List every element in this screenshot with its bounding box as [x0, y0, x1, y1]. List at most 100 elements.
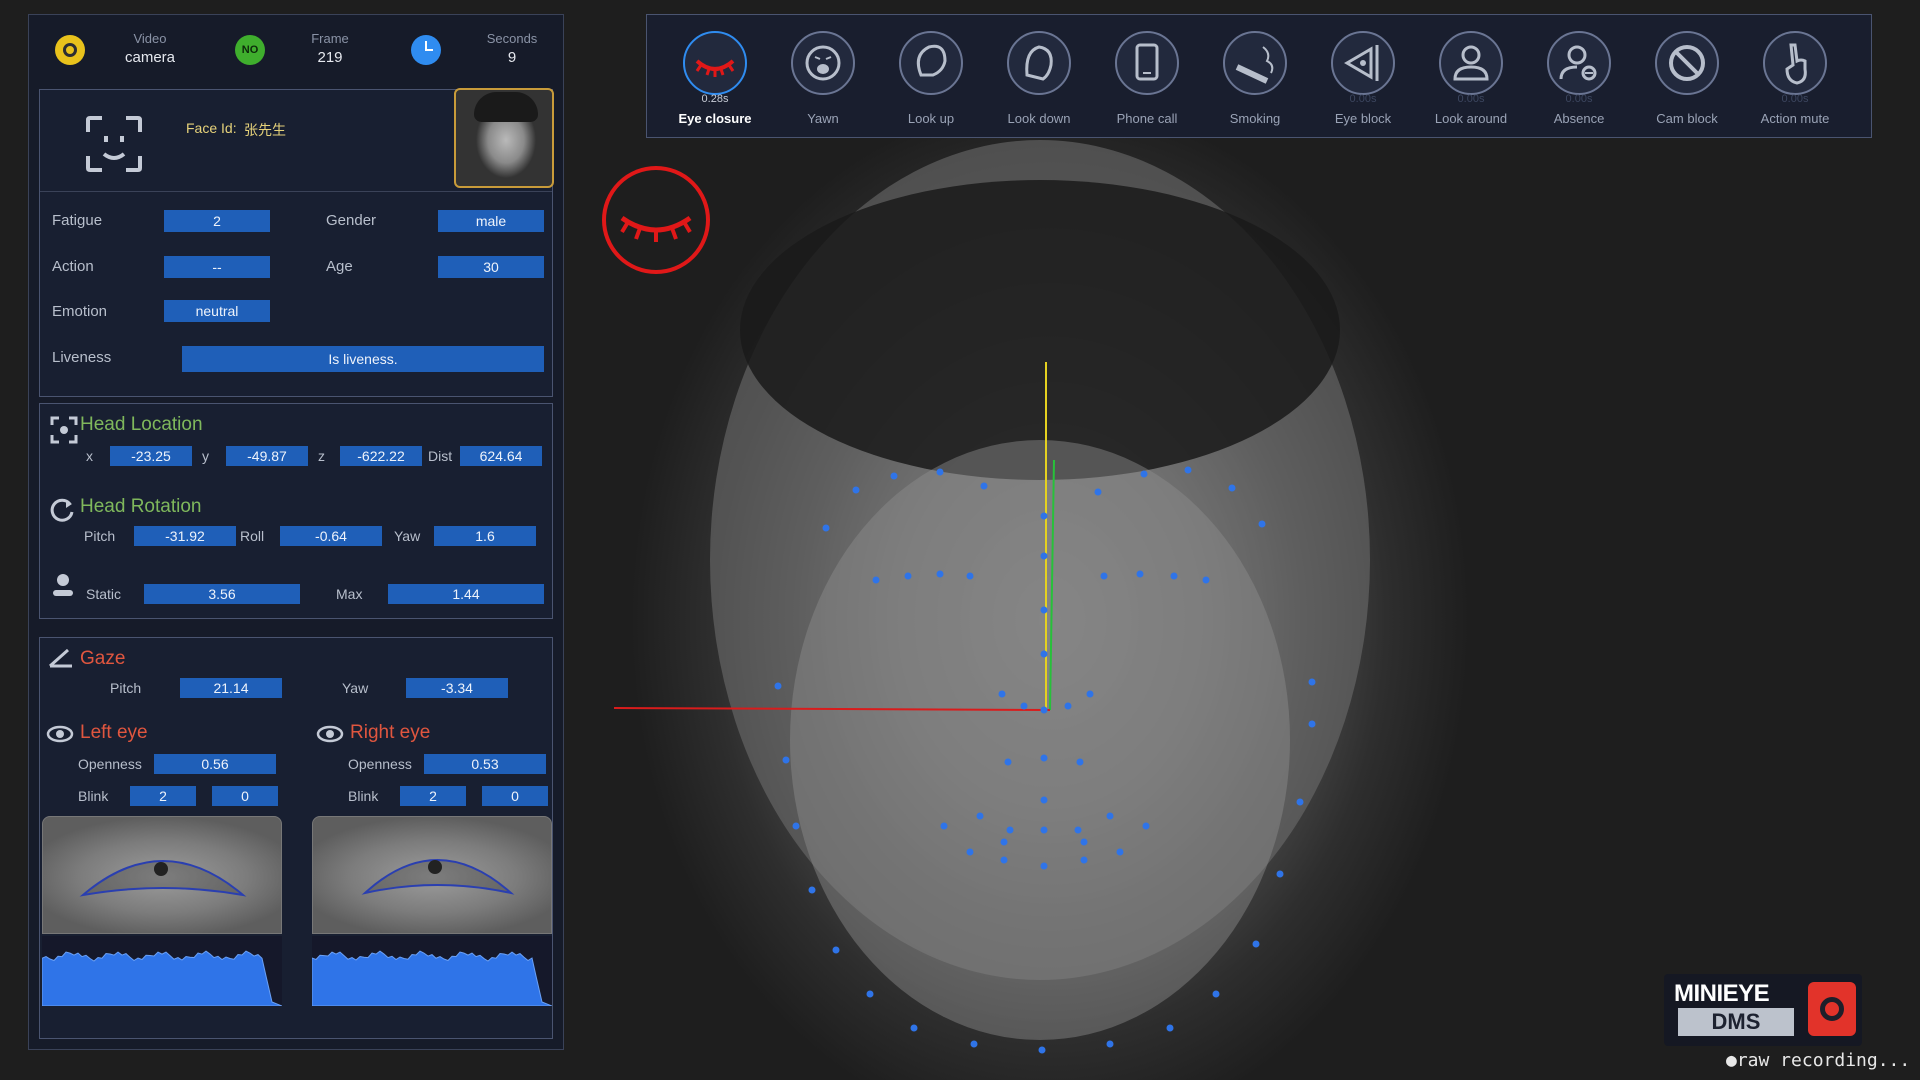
gender-label: Gender [326, 212, 377, 229]
rotation-pitch-label: Pitch [84, 528, 116, 544]
roll-label: Roll [240, 528, 265, 544]
toolbar-item-absence[interactable]: 0.00s Absence [1527, 23, 1631, 131]
toolbar-item-action-mute[interactable]: 0.00s Action mute [1743, 23, 1847, 131]
driver-info-panel: Video camera NO Frame 219 Seconds 9 Face… [28, 14, 564, 1050]
dist-label: Dist [428, 448, 453, 464]
fatigue-value: 2 [164, 210, 270, 232]
age-label: Age [326, 258, 353, 275]
gaze-title: Gaze [80, 648, 126, 669]
driver-photo [454, 88, 554, 188]
toolbar-label: Look down [1007, 111, 1071, 126]
face-id-header: Face Id: 张先生 [40, 88, 554, 192]
left-openness-value: 0.56 [154, 754, 276, 774]
yawn-icon [805, 45, 841, 81]
gaze-yaw-label: Yaw [342, 680, 369, 696]
right-openness-value: 0.53 [424, 754, 546, 774]
max-value: 1.44 [388, 584, 544, 604]
static-label: Static [86, 586, 122, 602]
source-value: camera [124, 49, 176, 66]
emotion-label: Emotion [52, 303, 108, 320]
toolbar-label: Eye block [1334, 111, 1392, 126]
right-blink-duration: 0 [482, 786, 548, 806]
head-pose-box: Head Location x -23.25 y -49.87 z -622.2… [39, 403, 553, 619]
toolbar-item-eye-block[interactable]: 0.00s Eye block [1311, 23, 1415, 131]
action-value: -- [164, 256, 270, 278]
eye-closed-icon [620, 215, 692, 242]
gender-value: male [438, 210, 544, 232]
dist-value: 624.64 [460, 446, 542, 466]
toolbar-label: Yawn [807, 111, 839, 126]
eye-block-icon [1344, 45, 1379, 81]
toolbar-item-smoking[interactable]: Smoking [1203, 23, 1307, 131]
rotation-yaw-label: Yaw [394, 528, 421, 544]
look-down-icon [1025, 45, 1053, 81]
toolbar-label: Eye closure [678, 111, 752, 126]
toolbar-item-look-up[interactable]: Look up [879, 23, 983, 131]
logo-text: MINIEYE [1674, 980, 1770, 1007]
eye-closure-alert [602, 166, 710, 274]
toolbar-time: 0.28s [701, 93, 729, 105]
angle-icon [49, 648, 72, 668]
right-blink-count: 2 [400, 786, 466, 806]
eye-icon [316, 725, 344, 743]
recording-indicator: ●raw recording... [1726, 1050, 1911, 1071]
roll-value: -0.64 [280, 526, 382, 546]
rotation-pitch-value: -31.92 [134, 526, 236, 546]
left-blink-duration: 0 [212, 786, 278, 806]
person-static-icon [53, 574, 73, 596]
seconds-label: Seconds [486, 31, 538, 46]
toolbar-item-look-down[interactable]: Look down [987, 23, 1091, 131]
toolbar-item-yawn[interactable]: Yawn [771, 23, 875, 131]
toolbar-time: 0.00s [1349, 93, 1377, 105]
toolbar-time: 0.00s [1457, 93, 1485, 105]
x-label: x [86, 448, 93, 464]
person-icon [1453, 45, 1489, 81]
y-value: -49.87 [226, 446, 308, 466]
static-value: 3.56 [144, 584, 300, 604]
finger-gesture-icon [1785, 43, 1807, 85]
head-location-icon [50, 416, 78, 444]
gaze-box: Gaze Pitch 21.14 Yaw -3.34 Left eye Open… [39, 637, 553, 1039]
logo-subtext: DMS [1678, 1008, 1794, 1036]
clock-icon [411, 35, 441, 65]
logo-badge-icon [1808, 982, 1856, 1036]
head-location-title: Head Location [80, 414, 203, 435]
z-label: z [318, 448, 325, 464]
left-blink-label: Blink [78, 788, 109, 804]
cigarette-icon [1235, 46, 1274, 84]
right-eye-openness-waveform [311, 936, 553, 1007]
video-source: Video camera [55, 29, 205, 73]
toolbar-label: Phone call [1116, 111, 1178, 126]
eye-closed-icon [695, 59, 735, 77]
prohibited-icon [1669, 45, 1705, 81]
face-id-label: Face Id: [186, 120, 237, 136]
toolbar-label: Look up [907, 111, 955, 126]
left-eye-section: Left eye Openness 0.56 Blink 2 0 [41, 718, 283, 1036]
seconds-counter: Seconds 9 [411, 29, 561, 73]
x-value: -23.25 [110, 446, 192, 466]
look-up-icon [916, 44, 947, 77]
right-eye-section: Right eye Openness 0.53 Blink 2 0 [311, 718, 553, 1036]
gaze-pitch-label: Pitch [110, 680, 142, 696]
toolbar-item-look-around[interactable]: 0.00s Look around [1419, 23, 1523, 131]
gaze-pitch-value: 21.14 [180, 678, 282, 698]
frame-counter: NO Frame 219 [235, 29, 385, 73]
behavior-toolbar: 0.28s Eye closure Yawn Look up Look down Phon… [646, 14, 1872, 138]
source-label: Video [133, 31, 167, 46]
minieye-dms-logo: MINIEYE DMS [1664, 974, 1862, 1046]
toolbar-item-phone-call[interactable]: Phone call [1095, 23, 1199, 131]
face-scan-icon [86, 116, 142, 172]
toolbar-time: 0.00s [1565, 93, 1593, 105]
left-blink-count: 2 [130, 786, 196, 806]
toolbar-label: Look around [1434, 111, 1508, 126]
face-info-box: Face Id: 张先生 Fatigue 2 Gender male Actio… [39, 88, 554, 397]
toolbar-label: Absence [1553, 111, 1605, 126]
liveness-label: Liveness [52, 349, 112, 366]
left-eye-image [42, 816, 282, 934]
toolbar-item-eye-closure[interactable]: 0.28s Eye closure [663, 23, 767, 131]
toolbar-item-cam-block[interactable]: Cam block [1635, 23, 1739, 131]
emotion-value: neutral [164, 300, 270, 322]
left-eye-openness-waveform [41, 936, 283, 1007]
frame-value: 219 [317, 49, 343, 66]
z-value: -622.22 [340, 446, 422, 466]
